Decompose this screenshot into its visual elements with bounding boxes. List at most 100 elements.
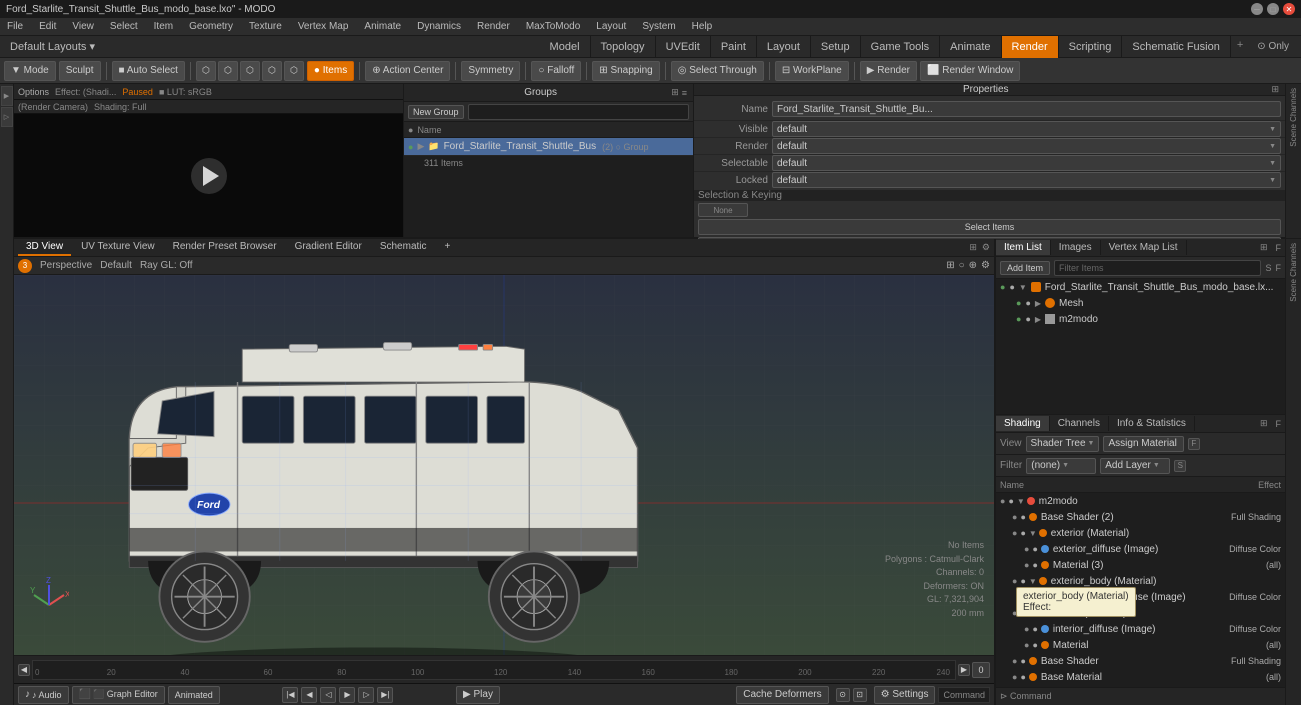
shade-row-library[interactable]: ● ● ▶ Library <box>996 685 1285 687</box>
falloff-button[interactable]: ○ Falloff <box>531 61 581 81</box>
video-options[interactable]: Options <box>18 87 49 97</box>
symmetry-button[interactable]: Symmetry <box>461 61 520 81</box>
tab-setup[interactable]: Setup <box>811 36 861 58</box>
settings-button[interactable]: ⚙ Settings <box>874 686 936 704</box>
shading-f-btn[interactable]: F <box>1188 438 1200 450</box>
vp-settings-icon[interactable]: ⚙ <box>982 242 990 253</box>
tool-icon-2[interactable]: ⬡ <box>218 61 238 81</box>
shade-row-m2modo[interactable]: ● ● ▼ m2modo <box>996 493 1285 509</box>
item-expand-mesh[interactable]: ▶ <box>1035 299 1041 308</box>
item-list-settings[interactable]: F <box>1272 243 1286 253</box>
shade-row-int-diffuse[interactable]: ● ● interior_diffuse (Image) Diffuse Col… <box>996 621 1285 637</box>
new-group-button[interactable]: New Group <box>408 105 464 119</box>
tab-channels[interactable]: Channels <box>1050 416 1109 431</box>
tab-render[interactable]: Render <box>1002 36 1059 58</box>
shade-row-interior[interactable]: ● ● ▼ interior (Material) <box>996 605 1285 621</box>
minimize-button[interactable]: ─ <box>1251 3 1263 15</box>
vp-tab-add[interactable]: + <box>437 239 459 256</box>
tab-layout[interactable]: Layout <box>757 36 811 58</box>
close-button[interactable]: ✕ <box>1283 3 1295 15</box>
shade-row-material[interactable]: ● ● Material (all) <box>996 637 1285 653</box>
tool-icon-5[interactable]: ⬡ <box>284 61 304 81</box>
menu-animate[interactable]: Animate <box>361 20 404 33</box>
shade-row-material3[interactable]: ● ● Material (3) (all) <box>996 557 1285 573</box>
workplane-button[interactable]: ⊟ WorkPlane <box>775 61 849 81</box>
tab-uvedit[interactable]: UVEdit <box>656 36 711 58</box>
she-int[interactable]: ▼ <box>1029 609 1037 618</box>
render-button[interactable]: ▶ Render <box>860 61 917 81</box>
properties-expand[interactable]: ⊞ <box>1271 84 1279 95</box>
play-forward-button[interactable]: ▶ <box>339 687 355 703</box>
menu-geometry[interactable]: Geometry <box>186 20 236 33</box>
group-expand-arrow[interactable]: ▶ <box>417 141 424 152</box>
render-window-button[interactable]: ⬜ Render Window <box>920 61 1020 81</box>
add-tab-button[interactable]: + <box>1231 36 1249 58</box>
shade-row-ext-body[interactable]: ● ● ▼ exterior_body (Material) exterior_… <box>996 573 1285 589</box>
item-list-s-icon[interactable]: S <box>1265 263 1271 273</box>
rec-icon-2[interactable]: ⊡ <box>853 688 867 702</box>
tab-info-stats[interactable]: Info & Statistics <box>1109 416 1195 431</box>
tab-animate[interactable]: Animate <box>940 36 1001 58</box>
menu-maxtomodo[interactable]: MaxToModo <box>523 20 583 33</box>
action-center-button[interactable]: ⊕ Action Center <box>365 61 450 81</box>
vp-tab-schematic[interactable]: Schematic <box>372 239 435 256</box>
timeline-value-display[interactable]: 0 <box>972 662 990 678</box>
groups-collapse-icon[interactable]: ≡ <box>682 88 687 98</box>
menu-view[interactable]: View <box>69 20 97 33</box>
menu-select[interactable]: Select <box>107 20 141 33</box>
shading-settings[interactable]: F <box>1272 419 1286 429</box>
shader-tree-select[interactable]: Shader Tree ▼ <box>1026 436 1100 452</box>
command-input[interactable]: Command <box>938 687 990 703</box>
go-start-button[interactable]: |◀ <box>282 687 298 703</box>
viewport-body[interactable]: Ford <box>14 275 994 655</box>
item-row-bus[interactable]: ● ● ▼ Ford_Starlite_Transit_Shuttle_Bus_… <box>996 279 1285 295</box>
play-button[interactable] <box>191 158 227 194</box>
she-m2[interactable]: ▼ <box>1017 497 1025 506</box>
vp-shading-default[interactable]: Default <box>100 260 132 271</box>
sculpt-button[interactable]: Sculpt <box>59 61 101 81</box>
snapping-button[interactable]: ⊞ Snapping <box>592 61 659 81</box>
cache-deformers-button[interactable]: Cache Deformers <box>736 686 828 704</box>
render-select[interactable]: default <box>772 138 1281 154</box>
shade-row-ext-diffuse[interactable]: ● ● exterior_diffuse (Image) Diffuse Col… <box>996 541 1285 557</box>
shade-row-exterior[interactable]: ● ● ▼ exterior (Material) <box>996 525 1285 541</box>
menu-file[interactable]: File <box>4 20 26 33</box>
vp-icon-orbit[interactable]: ○ <box>959 260 965 271</box>
shade-row-base-shader2[interactable]: ● ● Base Shader Full Shading <box>996 653 1285 669</box>
audio-button[interactable]: ♪ ♪ Audio <box>18 686 69 704</box>
tab-item-list[interactable]: Item List <box>996 240 1051 255</box>
add-layer-select[interactable]: Add Layer ▼ <box>1100 458 1170 474</box>
go-end-button[interactable]: ▶| <box>377 687 393 703</box>
menu-render[interactable]: Render <box>474 20 513 33</box>
timeline-next-key[interactable]: ▶ <box>958 664 970 676</box>
groups-search[interactable] <box>468 104 689 120</box>
tool-icon-1[interactable]: ⬡ <box>196 61 216 81</box>
menu-help[interactable]: Help <box>689 20 716 33</box>
layout-dropdown[interactable]: Default Layouts ▾ <box>4 40 101 53</box>
visible-select[interactable]: default <box>772 121 1281 137</box>
menu-item[interactable]: Item <box>151 20 176 33</box>
timeline-prev-key[interactable]: ◀ <box>18 664 30 676</box>
vp-ray[interactable]: Ray GL: Off <box>140 260 193 271</box>
autoselect-button[interactable]: ■ Auto Select <box>112 61 185 81</box>
item-expand-bus[interactable]: ▼ <box>1019 283 1027 292</box>
select-items-button[interactable]: Select Items <box>698 219 1281 235</box>
menu-texture[interactable]: Texture <box>246 20 285 33</box>
tool-icon-3[interactable]: ⬡ <box>240 61 260 81</box>
add-item-button[interactable]: Add Item <box>1000 261 1050 275</box>
menu-edit[interactable]: Edit <box>36 20 59 33</box>
selectable-select[interactable]: default <box>772 155 1281 171</box>
vp-icon-settings[interactable]: ⚙ <box>981 260 990 271</box>
item-row-m2modo[interactable]: ● ● ▶ m2modo <box>996 311 1285 327</box>
name-value[interactable]: Ford_Starlite_Transit_Shuttle_Bu... <box>772 101 1281 117</box>
items-button[interactable]: ● Items <box>307 61 354 81</box>
vp-tab-gradient[interactable]: Gradient Editor <box>287 239 370 256</box>
groups-expand-icon[interactable]: ⊞ <box>671 87 679 98</box>
tab-shading[interactable]: Shading <box>996 416 1050 431</box>
tab-gametools[interactable]: Game Tools <box>861 36 941 58</box>
item-list-expand[interactable]: ⊞ <box>1256 242 1272 253</box>
shade-row-exb-diffuse[interactable]: ● ● exterior_body_diffuse (Image) Diffus… <box>996 589 1285 605</box>
sidebar-icon-2[interactable]: ▷ <box>1 107 13 127</box>
menu-dynamics[interactable]: Dynamics <box>414 20 464 33</box>
item-expand-m2[interactable]: ▶ <box>1035 315 1041 324</box>
